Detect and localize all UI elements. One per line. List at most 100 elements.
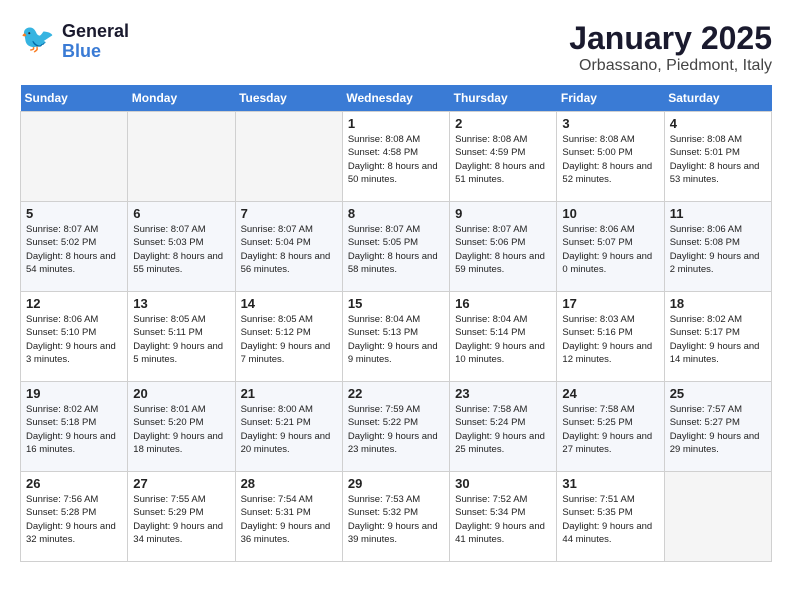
day-cell-6: 6 Sunrise: 8:07 AMSunset: 5:03 PMDaylight… xyxy=(128,202,235,292)
header-wednesday: Wednesday xyxy=(342,85,449,112)
day-info: Sunrise: 8:05 AMSunset: 5:12 PMDaylight:… xyxy=(241,313,337,366)
header-monday: Monday xyxy=(128,85,235,112)
day-cell-22: 22Sunrise: 7:59 AMSunset: 5:22 PMDayligh… xyxy=(342,382,449,472)
day-info: Sunrise: 7:55 AMSunset: 5:29 PMDaylight:… xyxy=(133,493,229,546)
title-section: January 2025 Orbassano, Piedmont, Italy xyxy=(569,20,772,75)
month-title: January 2025 xyxy=(569,20,772,57)
day-info: Sunrise: 8:05 AMSunset: 5:11 PMDaylight:… xyxy=(133,313,229,366)
day-number: 25 xyxy=(670,386,766,401)
day-cell-3: 3Sunrise: 8:08 AMSunset: 5:00 PMDaylight… xyxy=(557,112,664,202)
day-cell-16: 16Sunrise: 8:04 AMSunset: 5:14 PMDayligh… xyxy=(450,292,557,382)
week-row-3: 12 Sunrise: 8:06 AMSunset: 5:10 PMDayligh… xyxy=(21,292,772,382)
day-number: 14 xyxy=(241,296,337,311)
day-number: 31 xyxy=(562,476,658,491)
day-info: Sunrise: 7:58 AMSunset: 5:24 PMDaylight:… xyxy=(455,403,551,456)
day-info: Sunrise: 8:07 AMSunset: 5:02 PMDaylight:… xyxy=(26,223,122,276)
svg-text:🐦: 🐦 xyxy=(20,23,55,54)
day-number: 21 xyxy=(241,386,337,401)
day-cell-2: 2Sunrise: 8:08 AMSunset: 4:59 PMDaylight… xyxy=(450,112,557,202)
day-cell-25: 25 Sunrise: 7:57 AMSunset: 5:27 PMDayligh… xyxy=(664,382,771,472)
day-info: Sunrise: 7:53 AMSunset: 5:32 PMDaylight:… xyxy=(348,493,444,546)
day-number: 17 xyxy=(562,296,658,311)
day-cell-26: 26 Sunrise: 7:56 AMSunset: 5:28 PMDayligh… xyxy=(21,472,128,562)
day-number: 8 xyxy=(348,206,444,221)
day-cell-7: 7Sunrise: 8:07 AMSunset: 5:04 PMDaylight… xyxy=(235,202,342,292)
day-number: 23 xyxy=(455,386,551,401)
day-info: Sunrise: 7:57 AMSunset: 5:27 PMDaylight:… xyxy=(670,403,766,456)
empty-cell xyxy=(21,112,128,202)
day-number: 28 xyxy=(241,476,337,491)
day-cell-9: 9 Sunrise: 8:07 AMSunset: 5:06 PMDaylight… xyxy=(450,202,557,292)
logo-icon: 🐦 xyxy=(20,20,58,63)
day-number: 24 xyxy=(562,386,658,401)
day-info: Sunrise: 7:59 AMSunset: 5:22 PMDaylight:… xyxy=(348,403,444,456)
day-cell-5: 5 Sunrise: 8:07 AMSunset: 5:02 PMDaylight… xyxy=(21,202,128,292)
day-info: Sunrise: 8:08 AMSunset: 5:01 PMDaylight:… xyxy=(670,133,766,186)
day-info: Sunrise: 8:06 AMSunset: 5:08 PMDaylight:… xyxy=(670,223,766,276)
day-info: Sunrise: 8:06 AMSunset: 5:10 PMDaylight:… xyxy=(26,313,122,366)
day-info: Sunrise: 7:54 AMSunset: 5:31 PMDaylight:… xyxy=(241,493,337,546)
day-number: 3 xyxy=(562,116,658,131)
day-info: Sunrise: 8:04 AMSunset: 5:13 PMDaylight:… xyxy=(348,313,444,366)
week-row-5: 26 Sunrise: 7:56 AMSunset: 5:28 PMDayligh… xyxy=(21,472,772,562)
day-number: 1 xyxy=(348,116,444,131)
day-number: 10 xyxy=(562,206,658,221)
day-cell-14: 14 Sunrise: 8:05 AMSunset: 5:12 PMDayligh… xyxy=(235,292,342,382)
day-number: 29 xyxy=(348,476,444,491)
day-cell-17: 17 Sunrise: 8:03 AMSunset: 5:16 PMDayligh… xyxy=(557,292,664,382)
day-number: 9 xyxy=(455,206,551,221)
day-info: Sunrise: 8:07 AMSunset: 5:03 PMDaylight:… xyxy=(133,223,229,276)
calendar-table: SundayMondayTuesdayWednesdayThursdayFrid… xyxy=(20,85,772,562)
day-info: Sunrise: 8:03 AMSunset: 5:16 PMDaylight:… xyxy=(562,313,658,366)
day-info: Sunrise: 8:06 AMSunset: 5:07 PMDaylight:… xyxy=(562,223,658,276)
day-number: 5 xyxy=(26,206,122,221)
day-number: 16 xyxy=(455,296,551,311)
week-row-2: 5 Sunrise: 8:07 AMSunset: 5:02 PMDaylight… xyxy=(21,202,772,292)
day-cell-18: 18Sunrise: 8:02 AMSunset: 5:17 PMDayligh… xyxy=(664,292,771,382)
day-number: 30 xyxy=(455,476,551,491)
day-cell-21: 21 Sunrise: 8:00 AMSunset: 5:21 PMDayligh… xyxy=(235,382,342,472)
empty-cell xyxy=(128,112,235,202)
day-number: 19 xyxy=(26,386,122,401)
week-row-1: 1 Sunrise: 8:08 AMSunset: 4:58 PMDaylight… xyxy=(21,112,772,202)
day-cell-8: 8 Sunrise: 8:07 AMSunset: 5:05 PMDaylight… xyxy=(342,202,449,292)
day-cell-1: 1 Sunrise: 8:08 AMSunset: 4:58 PMDaylight… xyxy=(342,112,449,202)
day-number: 26 xyxy=(26,476,122,491)
day-cell-24: 24Sunrise: 7:58 AMSunset: 5:25 PMDayligh… xyxy=(557,382,664,472)
day-info: Sunrise: 8:02 AMSunset: 5:18 PMDaylight:… xyxy=(26,403,122,456)
day-info: Sunrise: 7:52 AMSunset: 5:34 PMDaylight:… xyxy=(455,493,551,546)
day-number: 11 xyxy=(670,206,766,221)
day-cell-11: 11 Sunrise: 8:06 AMSunset: 5:08 PMDayligh… xyxy=(664,202,771,292)
day-number: 15 xyxy=(348,296,444,311)
day-info: Sunrise: 8:07 AMSunset: 5:04 PMDaylight:… xyxy=(241,223,337,276)
day-number: 27 xyxy=(133,476,229,491)
day-number: 12 xyxy=(26,296,122,311)
day-cell-13: 13 Sunrise: 8:05 AMSunset: 5:11 PMDayligh… xyxy=(128,292,235,382)
day-number: 18 xyxy=(670,296,766,311)
header-thursday: Thursday xyxy=(450,85,557,112)
day-info: Sunrise: 8:08 AMSunset: 4:58 PMDaylight:… xyxy=(348,133,444,186)
day-number: 20 xyxy=(133,386,229,401)
day-cell-27: 27 Sunrise: 7:55 AMSunset: 5:29 PMDayligh… xyxy=(128,472,235,562)
day-number: 6 xyxy=(133,206,229,221)
header-friday: Friday xyxy=(557,85,664,112)
day-cell-20: 20 Sunrise: 8:01 AMSunset: 5:20 PMDayligh… xyxy=(128,382,235,472)
day-cell-30: 30 Sunrise: 7:52 AMSunset: 5:34 PMDayligh… xyxy=(450,472,557,562)
day-number: 2 xyxy=(455,116,551,131)
day-cell-28: 28 Sunrise: 7:54 AMSunset: 5:31 PMDayligh… xyxy=(235,472,342,562)
logo-text-block: General Blue xyxy=(62,22,129,62)
header-saturday: Saturday xyxy=(664,85,771,112)
day-info: Sunrise: 7:56 AMSunset: 5:28 PMDaylight:… xyxy=(26,493,122,546)
location: Orbassano, Piedmont, Italy xyxy=(569,57,772,75)
day-info: Sunrise: 8:07 AMSunset: 5:05 PMDaylight:… xyxy=(348,223,444,276)
day-cell-29: 29 Sunrise: 7:53 AMSunset: 5:32 PMDayligh… xyxy=(342,472,449,562)
day-info: Sunrise: 8:00 AMSunset: 5:21 PMDaylight:… xyxy=(241,403,337,456)
day-info: Sunrise: 8:07 AMSunset: 5:06 PMDaylight:… xyxy=(455,223,551,276)
day-info: Sunrise: 8:01 AMSunset: 5:20 PMDaylight:… xyxy=(133,403,229,456)
day-cell-10: 10 Sunrise: 8:06 AMSunset: 5:07 PMDayligh… xyxy=(557,202,664,292)
day-cell-19: 19 Sunrise: 8:02 AMSunset: 5:18 PMDayligh… xyxy=(21,382,128,472)
day-cell-15: 15 Sunrise: 8:04 AMSunset: 5:13 PMDayligh… xyxy=(342,292,449,382)
day-number: 13 xyxy=(133,296,229,311)
page-header: 🐦 General Blue January 2025 Orbassano, P… xyxy=(20,20,772,75)
day-cell-4: 4Sunrise: 8:08 AMSunset: 5:01 PMDaylight… xyxy=(664,112,771,202)
